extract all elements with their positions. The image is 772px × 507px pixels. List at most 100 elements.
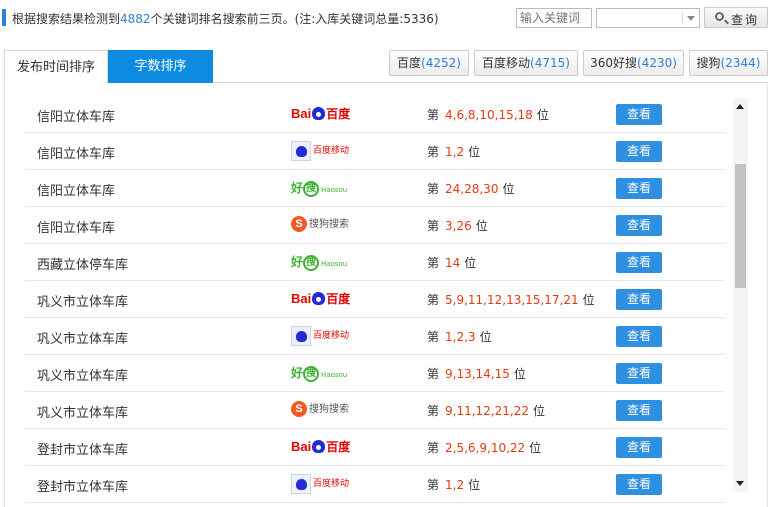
view-button[interactable]: 查看 bbox=[616, 178, 662, 199]
engine-filter-baidu[interactable]: 百度(4252) bbox=[389, 50, 469, 76]
engine-filter-haosou[interactable]: 360好搜(4230) bbox=[583, 50, 684, 76]
list-item: 巩义市立体车库 Bai 百度 第 5,9,11,12,13,15,17,21 位 查看 bbox=[25, 281, 725, 318]
rank-positions: 第 2,5,6,9,10,22 位 bbox=[427, 439, 541, 456]
baidu-logo-text: Bai bbox=[291, 439, 312, 454]
haosou-logo-char: 好 bbox=[291, 255, 304, 269]
sogou-logo: S 搜狗搜索 bbox=[291, 401, 349, 417]
view-button[interactable]: 查看 bbox=[616, 400, 662, 421]
baidu-mobile-logo: 百度移动 bbox=[291, 473, 350, 494]
haosou-logo-char: 好 bbox=[291, 181, 304, 195]
sogou-logo-text: 搜狗搜索 bbox=[309, 219, 349, 230]
engine-filter-baidu-mobile[interactable]: 百度移动(4715) bbox=[474, 50, 578, 76]
rank-positions: 第 24,28,30 位 bbox=[427, 180, 514, 197]
engine-filter-sogou[interactable]: 搜狗(2344) bbox=[689, 50, 768, 76]
rank-positions: 第 1,2 位 bbox=[427, 143, 480, 160]
rank-numbers: 1,2,3 bbox=[445, 330, 476, 344]
baidu-mobile-icon bbox=[291, 140, 311, 161]
list-item: 巩义市立体车库 S 搜狗搜索 第 9,11,12,21,22 位 查看 bbox=[25, 392, 725, 429]
baidu-logo-text: Bai bbox=[291, 291, 312, 306]
rank-prefix: 第 bbox=[427, 293, 440, 307]
summary-text: 根据搜索结果检测到4882个关键词排名搜索前三页。(注:入库关键词总量:5336… bbox=[12, 10, 439, 27]
scrollbar[interactable] bbox=[733, 98, 748, 492]
summary-suffix: 个关键词排名搜索前三页。(注:入库关键词总量:5336) bbox=[150, 12, 439, 26]
accent-bar bbox=[2, 9, 6, 26]
engine-logo: S 搜狗搜索 bbox=[291, 398, 361, 422]
list-item: 巩义市立体车库 百度移动 第 1,2,3 位 查看 bbox=[25, 318, 725, 355]
view-button[interactable]: 查看 bbox=[616, 215, 662, 236]
baidu-mobile-logo: 百度移动 bbox=[291, 325, 350, 346]
sogou-logo: S 搜狗搜索 bbox=[291, 216, 349, 232]
view-button[interactable]: 查看 bbox=[616, 252, 662, 273]
list-item: 信阳立体车库 好搜 Haosou 第 24,28,30 位 查看 bbox=[25, 170, 725, 207]
rank-prefix: 第 bbox=[427, 182, 440, 196]
rank-prefix: 第 bbox=[427, 256, 440, 270]
rank-suffix: 位 bbox=[479, 330, 492, 344]
baidu-mobile-text: 百度移动 bbox=[313, 479, 350, 489]
keyword-label: 信阳立体车库 bbox=[37, 147, 116, 162]
scroll-down-icon[interactable] bbox=[736, 481, 744, 486]
rank-prefix: 第 bbox=[427, 478, 440, 492]
rank-prefix: 第 bbox=[427, 145, 440, 159]
engine-filter-count: (4715) bbox=[530, 56, 570, 70]
view-button[interactable]: 查看 bbox=[616, 437, 662, 458]
view-button[interactable]: 查看 bbox=[616, 104, 662, 125]
rank-suffix: 位 bbox=[533, 404, 546, 418]
tab-bar: 发布时间排序 字数排序 百度(4252) 百度移动(4715) 360好搜(42… bbox=[0, 48, 772, 84]
rank-positions: 第 4,6,8,10,15,18 位 bbox=[427, 106, 549, 123]
list-item: 登封市立体车库 百度移动 第 1,2 位 查看 bbox=[25, 466, 725, 503]
engine-logo: 好搜 Haosou bbox=[291, 250, 361, 274]
rank-numbers: 9,11,12,21,22 bbox=[445, 404, 529, 418]
baidu-mobile-icon bbox=[291, 325, 311, 346]
haosou-logo-latin: Haosou bbox=[321, 260, 348, 268]
engine-filter-name: 搜狗 bbox=[696, 56, 721, 70]
rank-suffix: 位 bbox=[464, 256, 477, 270]
search-button[interactable]: 查询 bbox=[704, 7, 768, 28]
rank-numbers: 14 bbox=[445, 256, 461, 270]
baidu-logo-text: Bai bbox=[291, 106, 312, 121]
engine-logo: 好搜 Haosou bbox=[291, 176, 361, 200]
baidu-mobile-text: 百度移动 bbox=[313, 331, 350, 341]
baidu-paw-icon bbox=[312, 107, 326, 120]
keyword-label: 巩义市立体车库 bbox=[37, 295, 129, 310]
rank-positions: 第 9,11,12,21,22 位 bbox=[427, 402, 545, 419]
scroll-up-icon[interactable] bbox=[736, 104, 744, 109]
keyword-label: 巩义市立体车库 bbox=[37, 406, 129, 421]
engine-logo: S 搜狗搜索 bbox=[291, 213, 361, 237]
list-item: 西藏立体停车库 好搜 Haosou 第 14 位 查看 bbox=[25, 244, 725, 281]
engine-select[interactable] bbox=[596, 8, 700, 28]
engine-filter-count: (2344) bbox=[720, 56, 761, 70]
baidu-logo-cn: 百度 bbox=[326, 440, 351, 454]
rank-numbers: 9,13,14,15 bbox=[445, 367, 510, 381]
rank-prefix: 第 bbox=[427, 404, 440, 418]
search-button-label: 查询 bbox=[731, 13, 760, 27]
view-button[interactable]: 查看 bbox=[616, 141, 662, 162]
haosou-search-icon: 搜 bbox=[303, 254, 320, 271]
keyword-label: 信阳立体车库 bbox=[37, 221, 116, 236]
baidu-paw-icon bbox=[312, 292, 326, 305]
tab-sort-count[interactable]: 字数排序 bbox=[108, 50, 213, 83]
baidu-paw-icon bbox=[312, 440, 326, 453]
keyword-input[interactable] bbox=[516, 8, 592, 28]
rank-suffix: 位 bbox=[529, 441, 542, 455]
summary-count: 4882 bbox=[120, 12, 151, 26]
engine-logo: Bai 百度 bbox=[291, 102, 361, 126]
view-button[interactable]: 查看 bbox=[616, 474, 662, 495]
rank-suffix: 位 bbox=[468, 145, 481, 159]
rank-numbers: 4,6,8,10,15,18 bbox=[445, 108, 533, 122]
rank-positions: 第 1,2,3 位 bbox=[427, 328, 492, 345]
haosou-logo-latin: Haosou bbox=[321, 371, 348, 379]
baidu-mobile-text: 百度移动 bbox=[313, 146, 350, 156]
engine-filter-name: 百度 bbox=[397, 56, 422, 70]
haosou-logo-latin: Haosou bbox=[321, 186, 348, 194]
tab-sort-time[interactable]: 发布时间排序 bbox=[4, 50, 108, 83]
baidu-mobile-logo: 百度移动 bbox=[291, 140, 350, 161]
sogou-icon: S bbox=[291, 401, 307, 417]
view-button[interactable]: 查看 bbox=[616, 289, 662, 310]
engine-filter-name: 360好搜 bbox=[590, 56, 637, 70]
haosou-logo: 好搜 Haosou bbox=[291, 254, 348, 271]
rank-positions: 第 1,2 位 bbox=[427, 476, 480, 493]
scrollbar-thumb[interactable] bbox=[735, 164, 746, 288]
baidu-logo: Bai 百度 bbox=[291, 106, 350, 121]
view-button[interactable]: 查看 bbox=[616, 363, 662, 384]
view-button[interactable]: 查看 bbox=[616, 326, 662, 347]
